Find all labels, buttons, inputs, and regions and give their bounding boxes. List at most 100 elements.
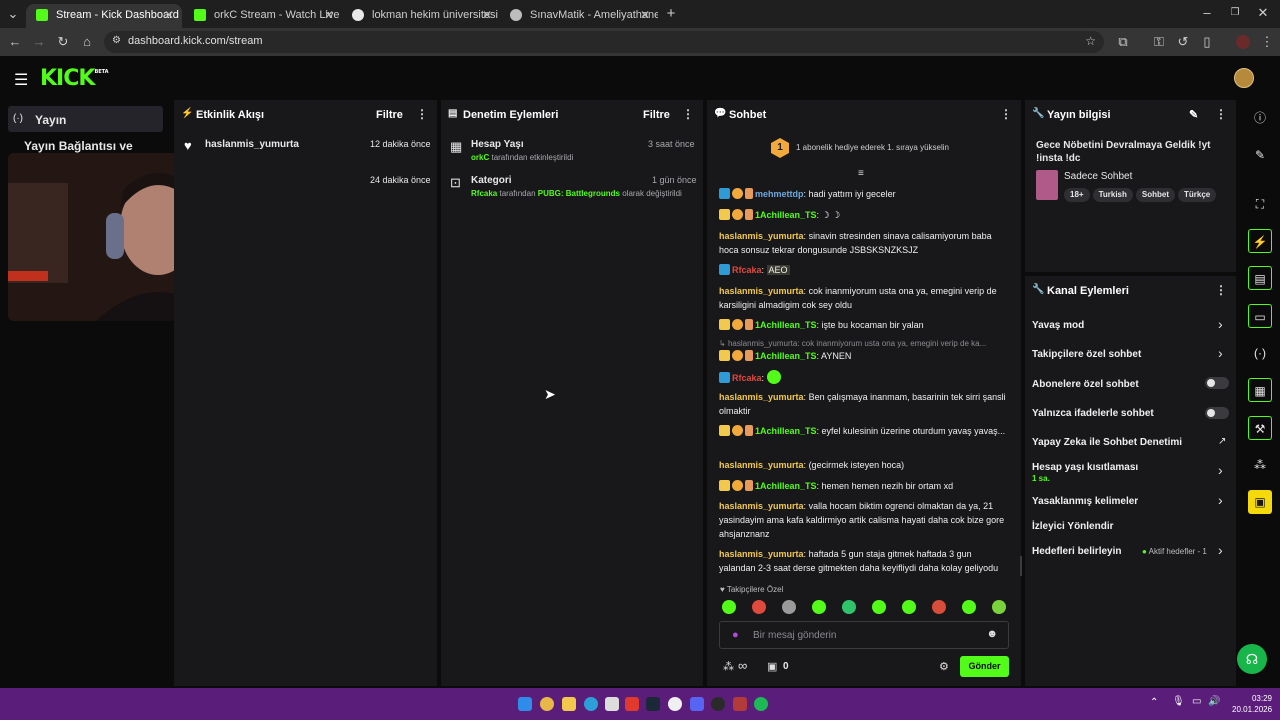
user-avatar[interactable] [1234,68,1254,88]
more-options-icon[interactable]: ⋮ [1215,107,1227,121]
pinned-collapse-icon[interactable]: ≡ [858,168,864,179]
app-icon[interactable] [668,697,682,711]
network-icon[interactable]: ▭ [1192,696,1201,707]
kick-logo[interactable]: KICKBETA [40,66,109,91]
new-tab-plus-icon[interactable]: + [662,5,680,23]
volume-icon[interactable]: 🔊 [1208,696,1220,707]
share-nodes-icon[interactable]: ⁂ [1248,453,1272,477]
chevron-right-icon[interactable]: › [1218,542,1223,558]
chat-username[interactable]: mehmettdp [755,189,804,199]
clock[interactable]: 03:29 20.01.2026 [1232,693,1272,715]
edge-icon[interactable] [584,697,598,711]
browser-menu-icon[interactable]: ⋮ [1258,33,1276,51]
chevron-right-icon[interactable]: › [1218,492,1223,508]
chat-bubble-icon[interactable]: ▭ [1248,304,1272,328]
wrench-icon[interactable]: ⚒ [1248,416,1272,440]
microphone-icon[interactable]: ● [732,629,739,641]
lightning-icon[interactable]: ⚡ [1248,229,1272,253]
chat-username[interactable]: haslanmis_yumurta [719,286,804,296]
more-options-icon[interactable]: ⋮ [416,107,428,121]
sidepanel-icon[interactable]: ▯ [1198,33,1216,51]
support-headset-icon[interactable]: ☊ [1237,644,1267,674]
hamburger-menu-icon[interactable]: ☰ [14,70,28,90]
file-explorer-icon[interactable] [562,697,576,711]
emote-icon[interactable] [722,600,736,614]
chat-username[interactable]: haslanmis_yumurta [719,460,804,470]
emote-icon[interactable] [992,600,1006,614]
spotify-icon[interactable] [754,697,768,711]
profile-avatar-icon[interactable] [1236,35,1250,49]
home-icon[interactable]: ⌂ [78,33,96,51]
activity-filter-button[interactable]: Filtre [376,109,403,121]
viewer-redirect-item[interactable]: İzleyici Yönlendir [1032,521,1114,532]
window-close-icon[interactable]: ✕ [1254,4,1272,22]
chevron-right-icon[interactable]: › [1218,462,1223,478]
points-icon[interactable]: ⁂ [723,660,734,673]
emote-icon[interactable] [842,600,856,614]
close-icon[interactable]: ✕ [164,4,174,26]
extensions-icon[interactable]: ⧉ [1114,33,1132,51]
activity-user[interactable]: haslanmis_yumurta [205,139,299,150]
chat-username[interactable]: 1Achillean_TS [755,351,817,361]
history-icon[interactable]: ↺ [1174,33,1192,51]
app-icon[interactable] [733,697,747,711]
broadcast-icon[interactable]: (·) [1248,341,1272,365]
emote-icon[interactable] [962,600,976,614]
layout-icon[interactable]: ▦ [1248,378,1272,402]
reload-icon[interactable]: ↻ [54,33,72,51]
category-name[interactable]: Sadece Sohbet [1064,171,1132,182]
banned-words-item[interactable]: Yasaklanmış kelimeler [1032,496,1138,507]
chat-username[interactable]: 1Achillean_TS [755,320,817,330]
close-icon[interactable]: ✕ [324,4,334,26]
edit-pencil-icon[interactable]: ✎ [1248,143,1272,167]
external-chart-icon[interactable]: ↗ [1218,436,1226,447]
info-icon[interactable]: ⓘ [1248,106,1272,130]
discord-icon[interactable] [690,697,704,711]
chat-username[interactable]: haslanmis_yumurta [719,501,804,511]
document-icon[interactable]: ▤ [1248,266,1272,290]
tab-list-chevron-icon[interactable]: ⌄ [4,5,22,23]
store-icon[interactable] [605,697,619,711]
tab-orkc-stream[interactable]: orkC Stream - Watch Live on Ki ✕ [184,4,342,28]
chat-username[interactable]: haslanmis_yumurta [719,231,804,241]
chat-settings-gear-icon[interactable]: ⚙ [939,660,949,673]
store-icon[interactable]: ▣ [767,660,777,673]
emote-icon[interactable] [872,600,886,614]
tab-kick-dashboard[interactable]: Stream - Kick Dashboard ✕ [26,4,182,28]
send-button[interactable]: Gönder [960,656,1009,677]
moderation-filter-button[interactable]: Filtre [643,109,670,121]
emotes-only-toggle[interactable] [1205,407,1229,419]
emote-icon[interactable] [812,600,826,614]
gift-banner-text[interactable]: 1 abonelik hediye ederek 1. sıraya yükse… [796,143,949,152]
tab-google-search[interactable]: lokman hekim üniversitesi - Go ✕ [342,4,500,28]
sidebar-item-yayin[interactable]: (·) Yayın [8,106,163,132]
maximize-icon[interactable]: ❐ [1226,4,1244,22]
more-options-icon[interactable]: ⋮ [682,107,694,121]
chat-username[interactable]: haslanmis_yumurta [719,549,804,559]
account-age-item[interactable]: Hesap yaşı kısıtlaması [1032,462,1138,473]
emoji-picker-icon[interactable]: ☻ [986,628,998,640]
slow-mode-item[interactable]: Yavaş mod [1032,320,1084,331]
windows-start-icon[interactable] [518,697,532,711]
bookmark-star-icon[interactable]: ☆ [1085,34,1096,48]
minimize-icon[interactable]: – [1198,4,1216,22]
subscribers-only-toggle[interactable] [1205,377,1229,389]
url-field[interactable]: ⚙ dashboard.kick.com/stream ☆ [104,31,1104,53]
fullscreen-icon[interactable]: ⛶ [1248,192,1272,216]
site-info-icon[interactable]: ⚙ [112,35,121,46]
chevron-right-icon[interactable]: › [1218,316,1223,332]
tray-chevron-up-icon[interactable]: ⌃ [1150,697,1158,708]
close-icon[interactable]: ✕ [482,4,492,26]
microphone-icon[interactable]: 🎙 [1172,696,1185,707]
password-key-icon[interactable]: ⚿ [1150,33,1168,51]
followers-only-item[interactable]: Takipçilere özel sohbet [1032,349,1141,360]
chat-input[interactable]: ● Bir mesaj gönderin ☻ [719,621,1009,649]
chat-username[interactable]: Rfcaka [732,373,762,383]
chat-username[interactable]: 1Achillean_TS [755,481,817,491]
steam-icon[interactable] [646,697,660,711]
more-options-icon[interactable]: ⋮ [1000,107,1012,121]
emote-icon[interactable] [782,600,796,614]
more-options-icon[interactable]: ⋮ [1215,283,1227,297]
emote-icon[interactable] [902,600,916,614]
chat-scrollbar[interactable] [1020,556,1022,576]
